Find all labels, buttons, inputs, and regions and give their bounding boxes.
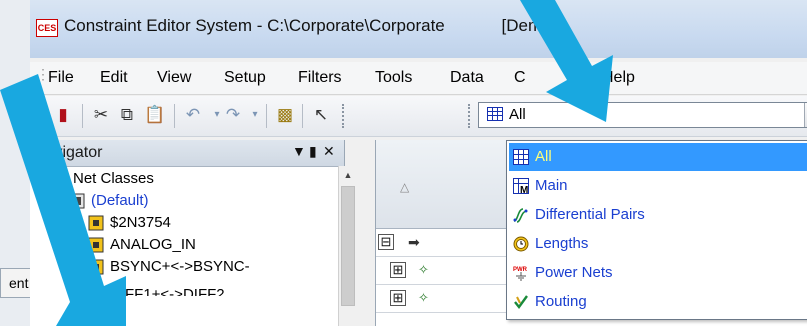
worksheet-filter-combo[interactable]: All ▼ bbox=[478, 102, 807, 128]
toolbar-separator bbox=[174, 104, 175, 128]
differential-pair-row-icon: ✧ bbox=[418, 290, 429, 305]
menu-tools[interactable]: Tools bbox=[375, 69, 412, 87]
window-title-path: Constraint Editor System - C:\Corporate\… bbox=[64, 16, 445, 35]
pin-icon[interactable]: ▮ bbox=[309, 143, 317, 160]
scroll-up-icon[interactable]: ▲ bbox=[339, 166, 357, 184]
navigator-header: Navigator ▼ ▮ ✕ bbox=[30, 140, 344, 167]
dropdown-option-routing[interactable]: Routing bbox=[509, 288, 807, 316]
menu-bar: ⋮ File Edit View Setup Filters Tools Dat… bbox=[30, 62, 807, 95]
menu-setup[interactable]: Setup bbox=[224, 69, 266, 87]
cut-icon[interactable]: ✂ bbox=[90, 104, 112, 126]
app-icon[interactable]: CES bbox=[36, 19, 58, 37]
menu-view[interactable]: View bbox=[157, 69, 191, 87]
toolbar-grip[interactable] bbox=[468, 104, 473, 128]
exit-icon[interactable]: ▮ bbox=[52, 104, 74, 126]
expand-row-icon[interactable]: ⊞ bbox=[390, 262, 406, 278]
menu-help[interactable]: Help bbox=[602, 69, 635, 87]
dropdown-option-lengths[interactable]: Lengths bbox=[509, 230, 807, 258]
title-bar[interactable]: CES Constraint Editor System - C:\Corpor… bbox=[30, 0, 807, 58]
dropdown-option-label: Power Nets bbox=[535, 264, 613, 281]
expand-row-icon[interactable]: ⊞ bbox=[390, 290, 406, 306]
toolbar-separator bbox=[82, 104, 83, 128]
class-folder-icon bbox=[69, 193, 85, 209]
tree-node-net[interactable]: ANALOG_IN bbox=[88, 234, 196, 256]
dropdown-option-label: Differential Pairs bbox=[535, 206, 645, 223]
tree-node-net-classes[interactable]: − Net Classes bbox=[34, 168, 154, 190]
tree-node-label: BSYNC+<->BSYNC- bbox=[110, 258, 250, 275]
toolbar-grip[interactable] bbox=[342, 104, 347, 128]
menu-edit[interactable]: Edit bbox=[100, 69, 128, 87]
menu-file[interactable]: File bbox=[48, 69, 74, 87]
background-window-tab[interactable]: ent bbox=[0, 268, 32, 298]
toolbar-separator bbox=[266, 104, 267, 128]
table-grid-icon bbox=[487, 107, 503, 121]
menu-objects[interactable]: C bbox=[514, 69, 526, 87]
select-pointer-icon[interactable]: ↖ bbox=[310, 104, 332, 126]
tree-node-label: ANALOG_IN bbox=[110, 236, 196, 253]
properties-icon[interactable]: ▩ bbox=[274, 104, 296, 126]
collapse-icon[interactable]: − bbox=[34, 172, 47, 186]
differential-pair-row-icon: ✧ bbox=[418, 262, 429, 277]
sort-indicator-icon: △ bbox=[400, 180, 410, 194]
redo-icon[interactable]: ↷ bbox=[222, 104, 244, 126]
menu-filters[interactable]: Filters bbox=[298, 69, 342, 87]
table-grid-icon bbox=[513, 149, 529, 165]
collapse-row-icon[interactable]: ⊟ bbox=[378, 234, 394, 250]
tree-node-net[interactable]: $2N3754 bbox=[88, 212, 171, 234]
tree-node-net[interactable]: DIFF1+<->DIFF2 bbox=[88, 278, 225, 296]
tree-node-label: Net Classes bbox=[73, 170, 154, 187]
worksheet-filter-dropdown: All M Main Differential Pairs Lengths PW… bbox=[506, 140, 807, 320]
window-title: Constraint Editor System - C:\Corporate\… bbox=[64, 16, 556, 36]
paste-icon[interactable]: 📋 bbox=[144, 104, 166, 126]
net-classes-icon bbox=[51, 171, 67, 187]
scrollbar-thumb[interactable] bbox=[341, 186, 355, 306]
tree-node-net[interactable]: BSYNC+<->BSYNC- bbox=[88, 256, 250, 278]
main-table-icon: M bbox=[513, 178, 529, 194]
differential-pairs-icon bbox=[513, 208, 528, 223]
background-window-edge: ent bbox=[0, 0, 32, 326]
routing-check-icon bbox=[514, 295, 528, 309]
tree-node-default-class[interactable]: − (Default) bbox=[52, 190, 149, 212]
app-window: CES Constraint Editor System - C:\Corpor… bbox=[30, 0, 807, 326]
net-icon bbox=[88, 287, 104, 296]
svg-text:M: M bbox=[520, 185, 528, 194]
navigator-panel: Navigator ▼ ▮ ✕ − Net Classes − (Default) … bbox=[30, 140, 357, 326]
undo-icon[interactable]: ↶ bbox=[182, 104, 204, 126]
tree-node-label: (Default) bbox=[91, 192, 149, 209]
dropdown-option-all[interactable]: All bbox=[509, 143, 807, 171]
panel-menu-icon[interactable]: ▼ bbox=[292, 143, 306, 159]
net-icon bbox=[88, 259, 104, 275]
navigator-scrollbar[interactable]: ▲ bbox=[338, 166, 357, 326]
dropdown-option-label: Main bbox=[535, 177, 568, 194]
lengths-clock-icon bbox=[513, 236, 529, 252]
dropdown-option-differential-pairs[interactable]: Differential Pairs bbox=[509, 201, 807, 229]
close-icon[interactable]: ✕ bbox=[323, 143, 335, 160]
net-icon bbox=[88, 215, 104, 231]
tree-node-label: DIFF1+<->DIFF2 bbox=[110, 286, 225, 296]
toolbar-separator bbox=[302, 104, 303, 128]
dropdown-option-label: All bbox=[535, 148, 552, 165]
window-title-mode: [Demo] bbox=[501, 16, 557, 35]
menu-data[interactable]: Data bbox=[450, 69, 484, 87]
power-nets-icon: PWR bbox=[513, 267, 528, 281]
navigator-title: Navigator bbox=[34, 144, 103, 161]
worksheet-filter-value: All bbox=[509, 106, 526, 123]
copy-icon[interactable]: ⧉ bbox=[116, 104, 138, 126]
dropdown-option-main[interactable]: M Main bbox=[509, 172, 807, 200]
dropdown-option-label: Routing bbox=[535, 293, 587, 310]
svg-text:PWR: PWR bbox=[513, 267, 528, 273]
redo-dropdown-icon[interactable]: ▾ bbox=[244, 104, 266, 126]
expand-all-icon[interactable]: ➡ bbox=[408, 234, 420, 251]
dropdown-option-power-nets[interactable]: PWR Power Nets bbox=[509, 259, 807, 287]
dropdown-option-label: Lengths bbox=[535, 235, 589, 252]
toolbar-grip[interactable] bbox=[34, 104, 39, 128]
collapse-icon[interactable]: − bbox=[52, 194, 65, 208]
net-icon bbox=[88, 237, 104, 253]
tree-node-label: $2N3754 bbox=[110, 214, 171, 231]
